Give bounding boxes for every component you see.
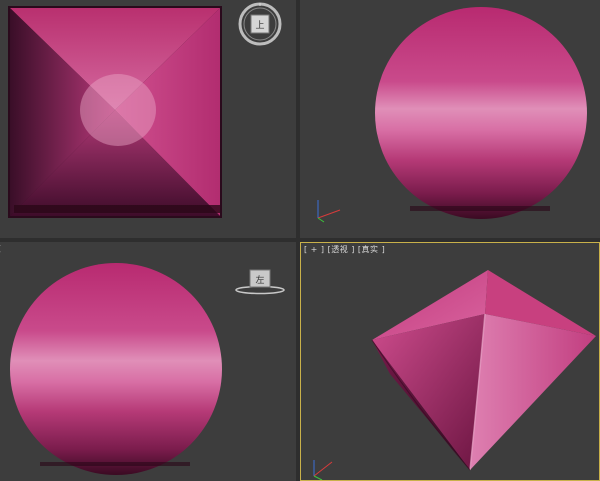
viewport-top[interactable]: 上 [0, 0, 296, 238]
svg-text:上: 上 [255, 20, 264, 31]
svg-text:左: 左 [255, 274, 264, 286]
viewcube-top-icon[interactable]: 上 [236, 2, 284, 52]
viewcube-left-icon[interactable]: 左 [234, 268, 286, 300]
viewport-perspective[interactable]: [ + ] [透视 ] [真实 ] [300, 242, 600, 481]
viewport-divider-horizontal[interactable] [0, 238, 600, 242]
axis-tripod-perspective-icon [313, 460, 333, 481]
axis-tripod-icon [317, 200, 341, 223]
viewport-front[interactable] [300, 0, 600, 238]
viewport-left[interactable]: [ 左 [0, 242, 296, 481]
octahedron-perspective-view [371, 270, 596, 471]
